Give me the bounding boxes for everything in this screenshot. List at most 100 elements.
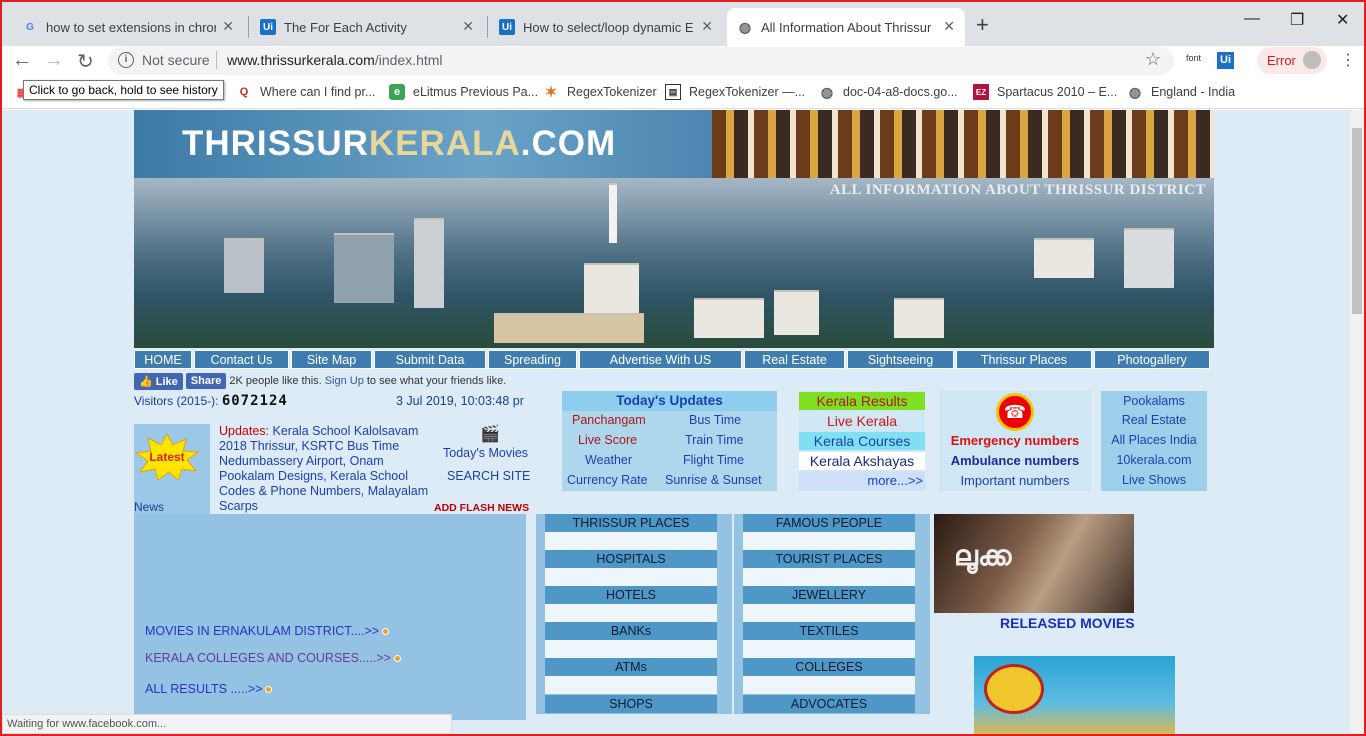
site-logo-banner[interactable]: THRISSURKERALA.COM [134,110,712,178]
link-kerala-colleges[interactable]: KERALA COLLEGES AND COURSES.....>> [145,651,401,665]
back-arrow-icon[interactable]: ← [12,49,32,72]
add-flash-news-link[interactable]: ADD FLASH NEWS [434,502,529,514]
cat-jewellery[interactable]: JEWELLERY [743,586,915,604]
profile-error-button[interactable]: Error [1257,47,1327,74]
ez-icon: EZ [973,84,989,100]
link-kerala-results[interactable]: Kerala Results [799,392,925,410]
updates-label: Updates: [219,424,270,438]
nav-thrissur-places[interactable]: Thrissur Places [956,350,1092,369]
link-currency-rate[interactable]: Currency Rate [567,473,648,487]
bookmark-regextokenizer[interactable]: ✶ RegexTokenizer [543,84,657,101]
cat-textiles[interactable]: TEXTILES [743,622,915,640]
kebab-menu-icon[interactable]: ⋮ [1340,50,1356,70]
tab-title: How to select/loop dynamic Elem [523,19,693,35]
scrollbar-thumb[interactable] [1352,128,1362,314]
close-icon[interactable]: ✕ [222,18,234,35]
minimize-icon[interactable]: — [1244,10,1260,28]
bullet-dot-icon [265,686,273,694]
nav-spreading[interactable]: Spreading [488,350,577,369]
link-train-time[interactable]: Train Time [685,433,744,447]
todays-movies-link[interactable]: Today's Movies [443,446,528,460]
link-pookalams[interactable]: Pookalams [1101,394,1207,408]
fb-signup-link[interactable]: Sign Up [325,375,364,387]
link-weather[interactable]: Weather [585,453,632,467]
link-emergency-numbers[interactable]: Emergency numbers [939,433,1091,448]
link-all-places-india[interactable]: All Places India [1101,433,1207,447]
cat-hotels[interactable]: HOTELS [545,586,717,604]
tab-thrissur-active[interactable]: ◍ All Information About Thrissur Di ✕ [727,8,965,46]
movie-poster-margamkali[interactable] [974,656,1175,734]
new-tab-plus-icon[interactable]: + [976,12,989,38]
nav-sightseeing[interactable]: Sightseeing [847,350,954,369]
restore-icon[interactable]: ❐ [1290,10,1304,30]
latest-starburst-icon: Latest [134,434,200,480]
link-live-kerala[interactable]: Live Kerala [799,412,925,430]
tab-for-each-activity[interactable]: Ui The For Each Activity ✕ [250,8,484,46]
tab-how-to-set-extensions[interactable]: G how to set extensions in chrome ✕ [12,8,244,46]
cat-colleges[interactable]: COLLEGES [743,658,915,676]
nav-submit-data[interactable]: Submit Data [374,350,486,369]
bookmark-star-icon[interactable]: ☆ [1145,49,1161,70]
movie-poster-luca[interactable]: ലൂക്ക [934,514,1134,613]
search-site-link[interactable]: SEARCH SITE [447,469,530,483]
nav-site-map[interactable]: Site Map [291,350,372,369]
nav-photogallery[interactable]: Photogallery [1094,350,1210,369]
link-bus-time[interactable]: Bus Time [689,413,741,427]
link-sunrise-sunset[interactable]: Sunrise & Sunset [665,473,762,487]
todays-updates-box: Today's Updates Panchangam Live Score We… [562,391,777,491]
link-kerala-courses[interactable]: Kerala Courses [799,432,925,450]
uipath-icon: Ui [260,19,276,35]
nav-real-estate[interactable]: Real Estate [744,350,845,369]
url-text[interactable]: www.thrissurkerala.com/index.html [227,52,443,68]
emergency-box: ☎ Emergency numbers Ambulance numbers Im… [939,391,1091,491]
telephone-icon[interactable]: ☎ [996,393,1034,431]
link-panchangam[interactable]: Panchangam [572,413,646,427]
link-movies-ernakulam[interactable]: MOVIES IN ERNAKULAM DISTRICT....>> [145,624,390,638]
cat-atms[interactable]: ATMs [545,658,717,676]
fb-share-button[interactable]: Share [185,373,227,389]
close-icon[interactable]: ✕ [462,18,474,35]
link-important-numbers[interactable]: Important numbers [939,473,1091,488]
poster-title-art [984,664,1044,714]
cat-thrissur-places[interactable]: THRISSUR PLACES [545,514,717,532]
security-label: Not secure [142,52,210,68]
bookmark-spartacus[interactable]: EZ Spartacus 2010 – E... [973,84,1117,100]
cat-hospitals[interactable]: HOSPITALS [545,550,717,568]
tab-select-loop-dynamic[interactable]: Ui How to select/loop dynamic Elem ✕ [489,8,723,46]
link-real-estate[interactable]: Real Estate [1101,413,1207,427]
cat-advocates[interactable]: ADVOCATES [743,695,915,713]
fb-like-button[interactable]: 👍 Like [134,372,183,390]
link-more[interactable]: more...>> [799,472,925,490]
forward-arrow-icon[interactable]: → [44,49,64,72]
cat-famous-people[interactable]: FAMOUS PEOPLE [743,514,915,532]
building-shape [334,233,394,303]
info-icon[interactable]: i [118,52,134,68]
nav-contact-us[interactable]: Contact Us [194,350,289,369]
window-close-icon[interactable]: ✕ [1336,10,1349,30]
close-icon[interactable]: ✕ [701,18,713,35]
nav-advertise[interactable]: Advertise With US [579,350,742,369]
cat-tourist-places[interactable]: TOURIST PLACES [743,550,915,568]
link-10kerala[interactable]: 10kerala.com [1101,453,1207,467]
reload-icon[interactable]: ↻ [77,49,94,74]
link-kerala-akshayas[interactable]: Kerala Akshayas [799,452,925,470]
released-movies-link[interactable]: RELEASED MOVIES [1000,615,1135,631]
cat-banks[interactable]: BANKs [545,622,717,640]
uipath-extension-icon[interactable]: Ui [1217,52,1234,69]
bookmark-where-can-i-find[interactable]: Q Where can I find pr... [236,84,376,100]
close-icon[interactable]: ✕ [943,18,955,35]
font-extension-icon[interactable]: font [1186,53,1201,63]
bookmark-regextokenizer-doc[interactable]: ▤ RegexTokenizer —... [665,84,805,100]
link-ambulance-numbers[interactable]: Ambulance numbers [939,453,1091,468]
bookmark-doc-04[interactable]: ◍ doc-04-a8-docs.go... [819,84,958,100]
link-live-shows[interactable]: Live Shows [1101,473,1207,487]
bookmark-england-india[interactable]: ◍ England - India [1127,84,1235,100]
link-live-score[interactable]: Live Score [578,433,637,447]
clapperboard-icon[interactable]: 🎬 [480,424,500,444]
link-flight-time[interactable]: Flight Time [683,453,744,467]
link-all-results[interactable]: ALL RESULTS .....>> [145,682,273,696]
cat-shops[interactable]: SHOPS [545,695,717,713]
updates-ticker[interactable]: Updates: Kerala School Kalolsavam 2018 T… [219,424,429,514]
bookmark-elitmus[interactable]: e eLitmus Previous Pa... [389,84,538,100]
nav-home[interactable]: HOME [134,350,192,369]
